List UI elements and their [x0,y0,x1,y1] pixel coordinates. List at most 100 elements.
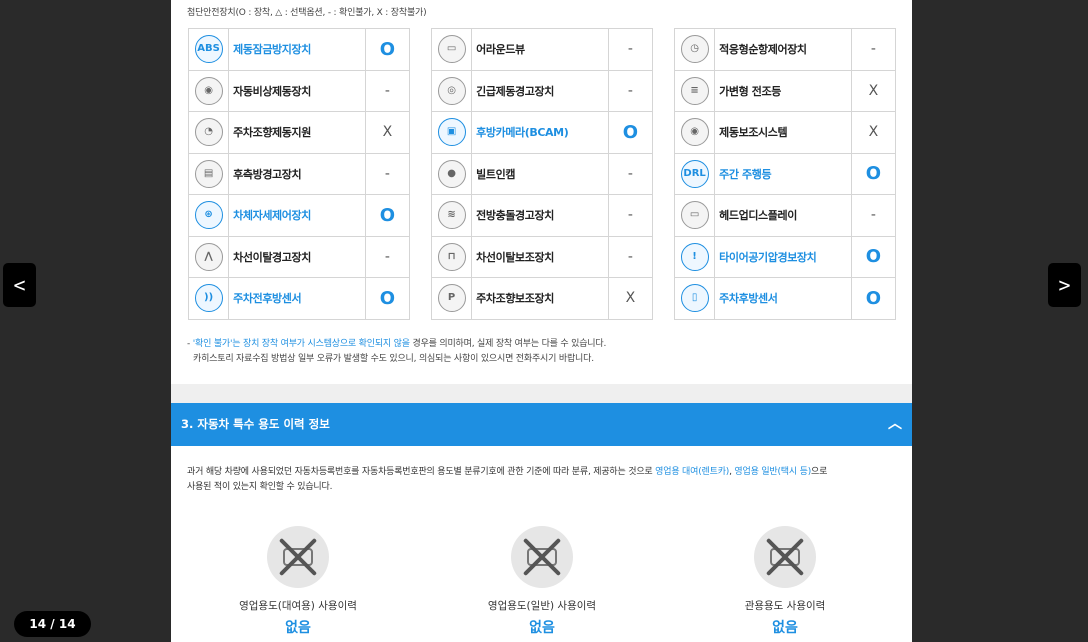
special-usage-description: 과거 해당 차량에 사용되었던 자동차등록번호를 자동차등록번호판의 용도별 분… [187,467,828,492]
icon-glyph: ▭ [689,209,700,221]
tire-pressure-icon: ! [680,242,709,271]
taxi-crossed-icon [511,526,573,588]
built-in-cam-icon: ● [437,159,466,188]
option-row: ◉ 제동보조시스템 X [673,111,897,154]
lane-departure-warning-icon: ⋀ [194,242,223,271]
parking-assist-icon: P [437,284,466,313]
usage-label: 관용용도 사용이력 [744,600,826,612]
adaptive-cruise-icon: ◷ [680,35,709,64]
parking-sensor-icon: )) [194,284,223,313]
head-up-display-icon: ▭ [680,201,709,230]
option-row: ● 빌트인캠 - [430,152,654,195]
brake-assist-icon: ◉ [680,118,709,147]
prev-page-button[interactable]: < [3,263,36,307]
option-row: ▤ 후측방경고장치 - [187,152,411,195]
option-name: 제동보조시스템 [714,111,852,154]
adaptive-headlamp-icon: ≡ [680,76,709,105]
option-name: 자동비상제동장치 [228,69,366,112]
option-status: - [364,152,411,195]
option-row: P 주차조향보조장치 X [430,277,654,320]
option-name: 차체자세제어장치 [228,194,366,237]
rear-parking-sensor-icon: ▯ [680,284,709,313]
option-name: 주차후방센서 [714,277,852,320]
option-status: O [850,235,897,278]
icon-glyph: P [447,292,456,304]
option-icon-cell: ◷ [673,28,716,71]
option-row: ▣ 후방카메라(BCAM) O [430,111,654,154]
icon-glyph: )) [204,292,214,304]
daytime-running-light-icon: DRL [680,159,709,188]
icon-glyph: ▭ [446,43,457,55]
section-divider [171,384,912,403]
option-row: DRL 주간 주행등 O [673,152,897,195]
usage-value: 없음 [772,620,798,636]
stability-control-icon: ⊛ [194,201,223,230]
icon-glyph: ⋀ [204,250,213,262]
icon-glyph: ▣ [446,126,457,138]
icon-glyph: ▤ [203,167,214,179]
option-row: ⊓ 차선이탈보조장치 - [430,235,654,278]
emergency-brake-warning-icon: ◎ [437,76,466,105]
option-status: O [364,277,411,320]
option-name: 긴급제동경고장치 [471,69,609,112]
option-icon-cell: DRL [673,152,716,195]
option-name: 적응형순항제어장치 [714,28,852,71]
option-row: ◔ 주차조향제동지원 X [187,111,411,154]
option-row: ! 타이어공기압경보장치 O [673,235,897,278]
parking-steer-icon: ◔ [194,118,223,147]
option-name: 주차전후방센서 [228,277,366,320]
page-counter: 14 / 14 [14,611,91,637]
icon-glyph: ▯ [691,292,698,304]
special-usage-section-header[interactable]: 3. 자동차 특수 용도 이력 정보 ︿ [171,403,912,446]
option-status: - [850,194,897,237]
option-icon-cell: ≋ [430,194,473,237]
icon-glyph: ◎ [447,84,456,96]
option-icon-cell: )) [187,277,230,320]
abs-icon: ABS [194,35,223,64]
usage-label: 영업용도(일반) 사용이력 [487,600,597,612]
option-status: - [607,28,654,71]
option-row: ⋀ 차선이탈경고장치 - [187,235,411,278]
option-row: )) 주차전후방센서 O [187,277,411,320]
option-icon-cell: ▣ [430,111,473,154]
option-icon-cell: ● [430,152,473,195]
option-status: O [607,111,654,154]
options-legend: 첨단안전장치(O : 장착, △ : 선택옵션, - : 확인불가, X : 장… [187,8,427,18]
option-status: O [850,277,897,320]
forward-collision-icon: ≋ [437,201,466,230]
option-name: 헤드업디스플레이 [714,194,852,237]
option-icon-cell: ◉ [673,111,716,154]
option-name: 주간 주행등 [714,152,852,195]
chevron-up-icon[interactable]: ︿ [888,403,902,446]
option-row: ⊛ 차체자세제어장치 O [187,194,411,237]
option-icon-cell: P [430,277,473,320]
option-row: ≋ 전방충돌경고장치 - [430,194,654,237]
option-icon-cell: ▯ [673,277,716,320]
option-icon-cell: ▤ [187,152,230,195]
option-status: - [607,235,654,278]
icon-glyph: ◔ [204,126,213,138]
option-icon-cell: ◔ [187,111,230,154]
option-status: O [850,152,897,195]
option-status: - [364,69,411,112]
option-icon-cell: ! [673,235,716,278]
option-name: 후방카메라(BCAM) [471,111,609,154]
next-page-button[interactable]: > [1048,263,1081,307]
icon-glyph: ● [447,167,456,179]
icon-glyph: ! [692,250,697,262]
option-status: X [364,111,411,154]
option-row: ◎ 긴급제동경고장치 - [430,69,654,112]
option-icon-cell: ◉ [187,69,230,112]
icon-glyph: ⊓ [447,250,456,262]
option-name: 차선이탈보조장치 [471,235,609,278]
rental-car-crossed-icon [267,526,329,588]
option-icon-cell: ▭ [673,194,716,237]
option-row: ▭ 헤드업디스플레이 - [673,194,897,237]
option-status: X [850,69,897,112]
icon-glyph: ≋ [447,209,456,221]
icon-glyph: DRL [683,167,706,179]
options-table-3: ◷ 적응형순항제어장치 - ≡ 가변형 전조등 X ◉ 제동보조시스템 X DRL 주간 주행등 O ▭… [673,28,897,320]
usage-value: 없음 [285,620,311,636]
option-status: X [850,111,897,154]
emergency-brake-icon: ◉ [194,76,223,105]
